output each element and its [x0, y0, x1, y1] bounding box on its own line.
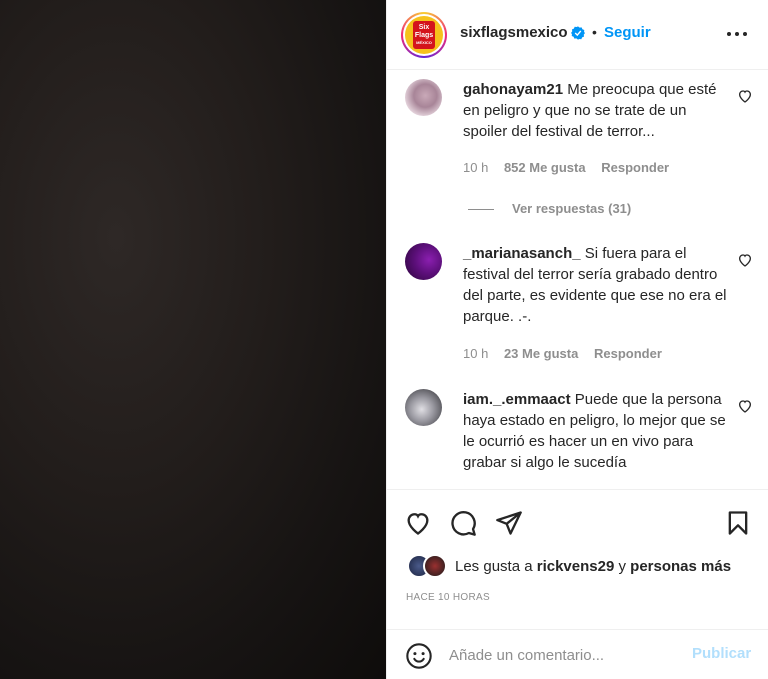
comment-icon[interactable]: [449, 509, 477, 537]
six-flags-logo: Six Flags MÉXICO: [413, 21, 435, 49]
follow-button[interactable]: Seguir: [604, 24, 651, 41]
heart-icon[interactable]: [737, 252, 753, 268]
post-timestamp[interactable]: HACE 10 HORAS: [406, 592, 490, 603]
post-side-panel: Six Flags MÉXICO sixflagsmexico • Seguir: [386, 0, 768, 679]
publish-button[interactable]: Publicar: [692, 645, 751, 662]
commenter-avatar[interactable]: [405, 389, 442, 426]
comment-username[interactable]: _marianasanch_: [463, 245, 581, 262]
comment-input[interactable]: [449, 642, 679, 668]
share-icon[interactable]: [495, 509, 523, 537]
heart-icon[interactable]: [404, 509, 432, 537]
bookmark-icon[interactable]: [724, 509, 752, 537]
commenter-avatar[interactable]: [405, 243, 442, 280]
reply-button[interactable]: Responder: [601, 160, 669, 175]
likes-prefix: Les gusta a: [455, 558, 533, 575]
comments-list[interactable]: gahonayam21 Me preocupa que esté en peli…: [387, 71, 768, 489]
post-actions: Les gusta a rickvens29 y personas más HA…: [387, 489, 768, 629]
account-avatar[interactable]: Six Flags MÉXICO: [401, 12, 447, 58]
add-comment-bar: Publicar: [387, 629, 768, 679]
likes-others-link[interactable]: personas más: [630, 558, 731, 575]
comment-likes[interactable]: 852 Me gusta: [504, 160, 586, 175]
heart-icon[interactable]: [737, 88, 753, 104]
liker-avatar[interactable]: [423, 554, 447, 578]
comment-username[interactable]: gahonayam21: [463, 81, 563, 98]
likes-summary: Les gusta a rickvens29 y personas más: [407, 553, 747, 579]
emoji-icon[interactable]: [405, 642, 433, 670]
post-media[interactable]: [0, 0, 386, 679]
comment-time[interactable]: 10 h: [463, 160, 488, 175]
verified-badge-icon: [571, 26, 585, 40]
account-username[interactable]: sixflagsmexico: [460, 24, 568, 41]
replies-divider: [468, 209, 494, 211]
comment-time[interactable]: 10 h: [463, 346, 488, 361]
liker-username[interactable]: rickvens29: [537, 558, 615, 575]
comment-likes[interactable]: 23 Me gusta: [504, 346, 578, 361]
more-options-icon[interactable]: [725, 24, 749, 44]
view-replies-button[interactable]: Ver respuestas (31): [468, 201, 631, 216]
separator-dot: •: [592, 24, 597, 40]
reply-button[interactable]: Responder: [594, 346, 662, 361]
commenter-avatar[interactable]: [405, 79, 442, 116]
likes-connector: y: [618, 558, 626, 575]
post-header: Six Flags MÉXICO sixflagsmexico • Seguir: [387, 0, 768, 70]
heart-icon[interactable]: [737, 398, 753, 414]
comment-username[interactable]: iam._.emmaact: [463, 391, 571, 408]
